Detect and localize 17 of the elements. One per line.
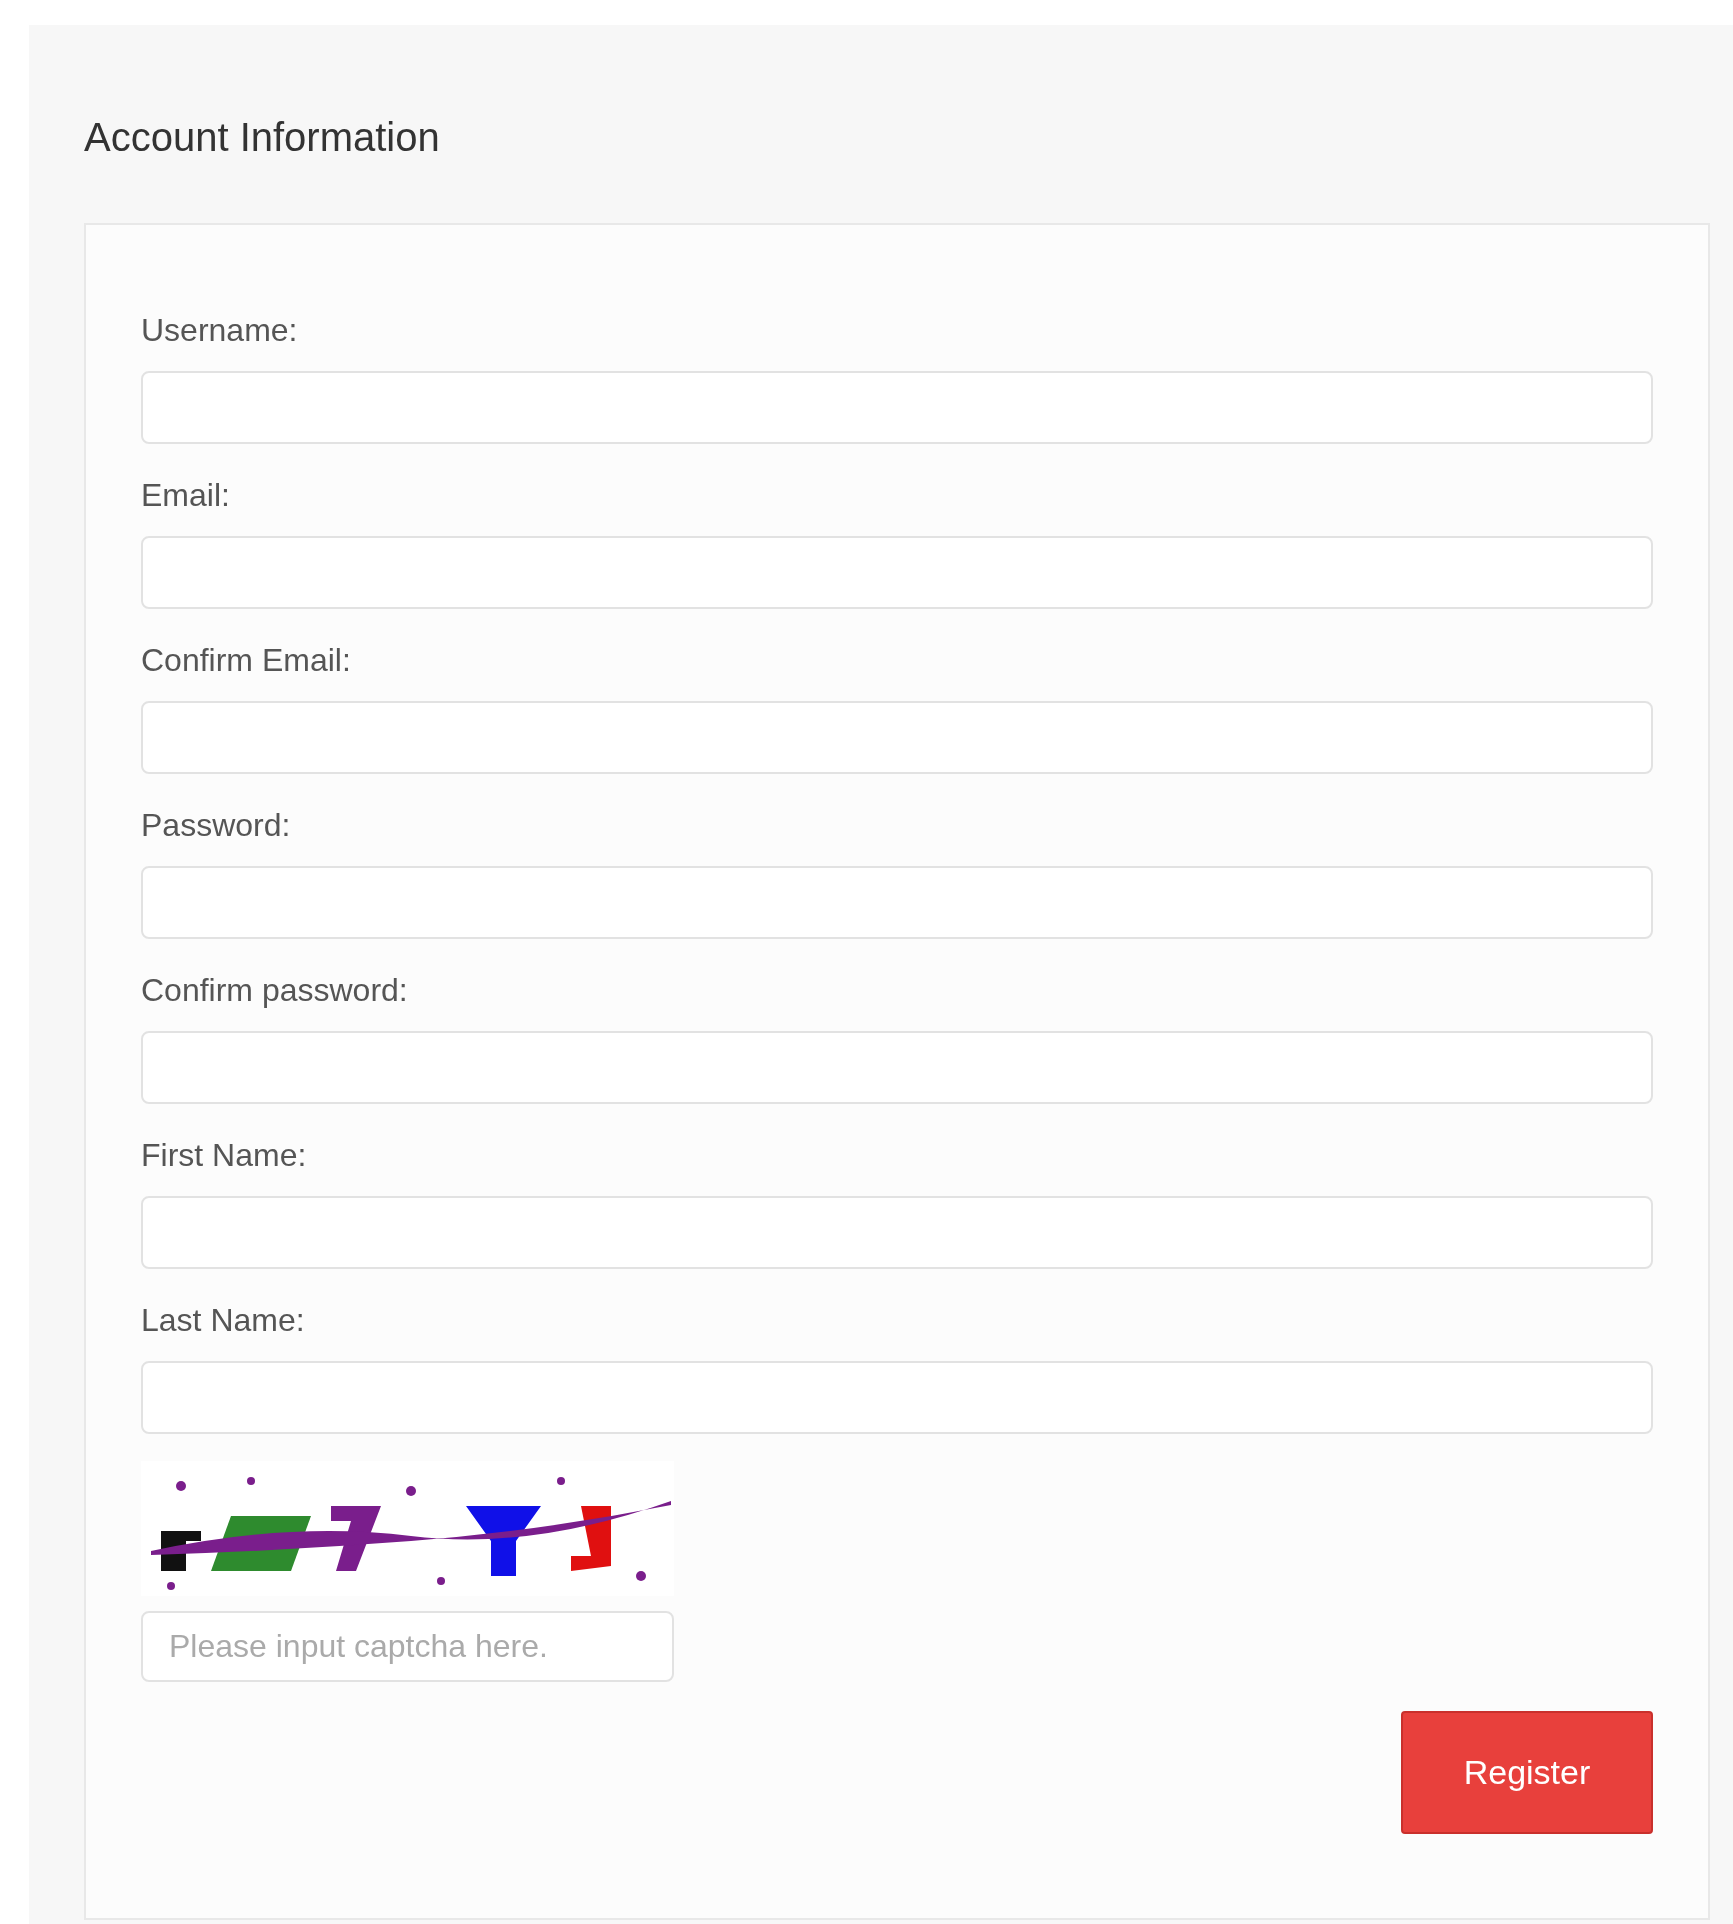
field-label: Confirm password: xyxy=(141,971,409,1010)
field-label: Password: xyxy=(141,806,292,845)
captcha-field[interactable]: Please input captcha here. xyxy=(141,1611,674,1682)
input-field[interactable] xyxy=(141,536,1653,609)
input-field[interactable] xyxy=(141,701,1653,774)
field-label: Email: xyxy=(141,476,231,515)
field-label: Username: xyxy=(141,311,299,350)
input-field[interactable] xyxy=(141,1361,1653,1434)
field-label: Last Name: xyxy=(141,1301,306,1340)
field-label: First Name: xyxy=(141,1136,308,1175)
section-title: Account Information xyxy=(84,114,441,161)
register-button[interactable]: Register xyxy=(1401,1711,1653,1834)
input-field[interactable] xyxy=(141,1031,1653,1104)
input-field[interactable] xyxy=(141,1196,1653,1269)
input-field[interactable] xyxy=(141,866,1653,939)
field-label: Confirm Email: xyxy=(141,641,352,680)
input-field[interactable] xyxy=(141,371,1653,444)
